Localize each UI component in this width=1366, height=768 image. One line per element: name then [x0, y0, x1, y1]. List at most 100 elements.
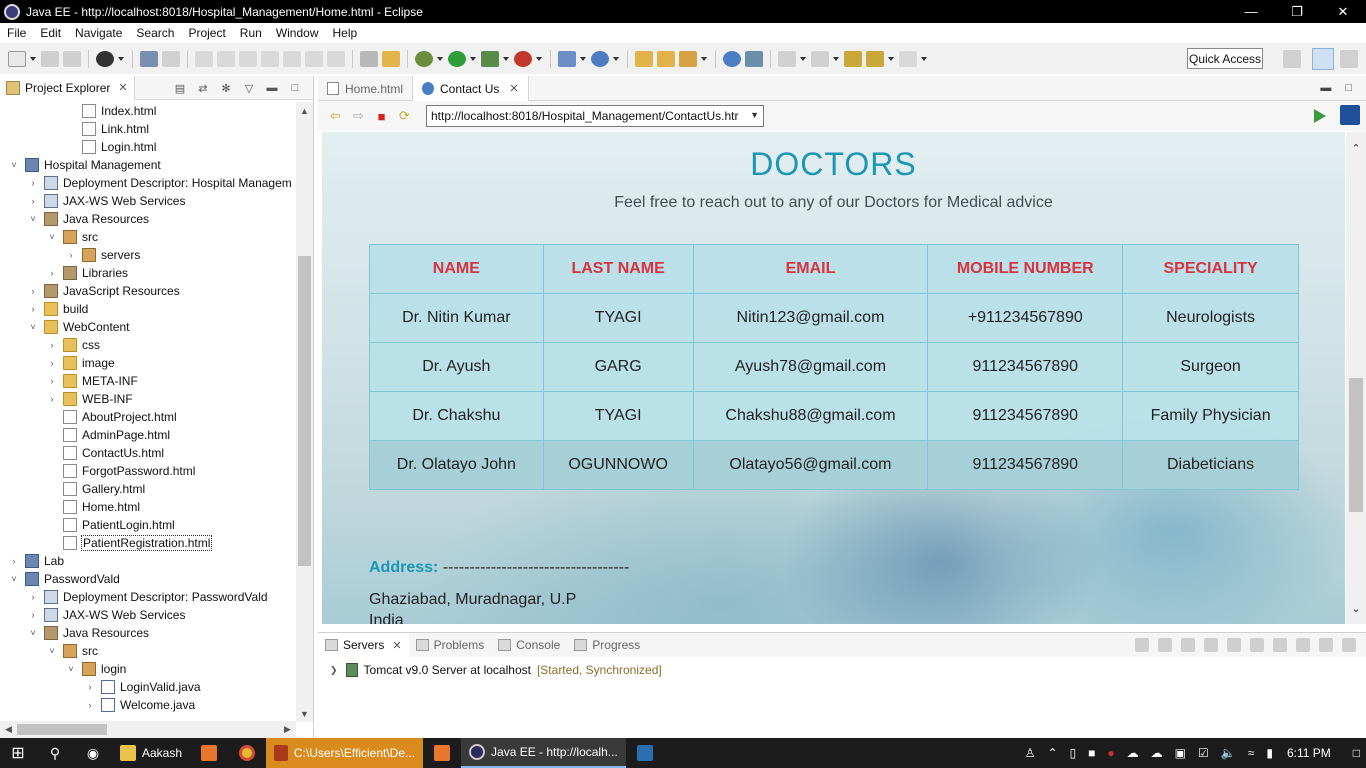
close-window-button[interactable]: ✕	[1320, 0, 1366, 23]
tab-home-html[interactable]: Home.html	[318, 76, 412, 101]
tree-item[interactable]: Login.html	[0, 138, 296, 156]
last-edit-location-icon[interactable]	[844, 50, 862, 67]
chevron-right-icon[interactable]: ›	[46, 339, 58, 351]
tree-item[interactable]: ˅ PasswordVald	[0, 570, 296, 588]
defender-icon[interactable]: ☑	[1198, 746, 1209, 760]
close-icon[interactable]: ✕	[392, 639, 401, 652]
tree-item[interactable]: › JAX-WS Web Services	[0, 192, 296, 210]
drop-to-frame-icon[interactable]	[360, 50, 378, 67]
open-perspective-icon[interactable]	[1283, 50, 1301, 68]
chevron-down-icon[interactable]	[701, 51, 708, 67]
cloud-icon[interactable]: ☁	[1127, 746, 1139, 760]
chevron-down-icon[interactable]	[30, 51, 37, 67]
scroll-down-icon[interactable]: ▼	[296, 705, 313, 722]
menu-run[interactable]: Run	[233, 26, 269, 40]
back-arrow-icon[interactable]: ⇦	[328, 108, 343, 123]
chevron-right-icon[interactable]: ›	[8, 555, 20, 567]
tree-item[interactable]: AboutProject.html	[0, 408, 296, 426]
disconnect-icon[interactable]	[261, 50, 279, 67]
annotation-icon[interactable]	[745, 50, 763, 67]
minimize-button[interactable]: —	[1228, 0, 1274, 23]
scroll-up-icon[interactable]: ▲	[296, 102, 313, 119]
menu-project[interactable]: Project	[181, 26, 232, 40]
restore-button[interactable]: ❐	[1274, 0, 1320, 23]
menu-file[interactable]: File	[0, 26, 33, 40]
app-tray-icon[interactable]: ■	[1088, 746, 1095, 760]
user-icon[interactable]	[96, 50, 114, 67]
scrollbar-thumb[interactable]	[298, 256, 311, 566]
chevron-down-icon[interactable]	[118, 51, 125, 67]
tree-item[interactable]: › JavaScript Resources	[0, 282, 296, 300]
tree-item[interactable]: › build	[0, 300, 296, 318]
chevron-down-icon[interactable]	[470, 51, 477, 67]
close-icon[interactable]: ✕	[509, 82, 518, 95]
chevron-down-icon[interactable]: ˅	[46, 231, 58, 243]
menu-window[interactable]: Window	[269, 26, 326, 40]
chevron-down-icon[interactable]	[613, 51, 620, 67]
filters-icon[interactable]: ✻	[218, 80, 234, 96]
stop-icon[interactable]: ■	[374, 109, 389, 124]
chevron-down-icon[interactable]: ˅	[8, 159, 20, 171]
url-input[interactable]: http://localhost:8018/Hospital_Managemen…	[426, 105, 764, 127]
tree-item[interactable]: AdminPage.html	[0, 426, 296, 444]
tree-item[interactable]: ˅ Java Resources	[0, 624, 296, 642]
onedrive-icon[interactable]: ☁	[1151, 746, 1163, 760]
console-icon[interactable]	[140, 50, 158, 67]
scroll-left-icon[interactable]: ◀	[0, 721, 17, 738]
tab-contact-us[interactable]: Contact Us ✕	[412, 76, 529, 101]
web-page-scrollbar[interactable]: ⌃ ⌄	[1346, 132, 1366, 624]
office-icon[interactable]	[190, 738, 228, 768]
step-into-icon[interactable]	[283, 50, 301, 67]
tree-item[interactable]: › Welcome.java	[0, 696, 296, 714]
next-annotation-icon[interactable]	[778, 50, 796, 67]
chevron-down-icon[interactable]: ˅	[8, 573, 20, 585]
step-return-icon[interactable]	[327, 50, 345, 67]
back-icon[interactable]	[866, 50, 884, 67]
open-web-browser-icon[interactable]	[723, 50, 741, 67]
refresh-icon[interactable]: ⟳	[397, 108, 412, 123]
use-step-filters-icon[interactable]	[382, 50, 400, 67]
save-all-icon[interactable]	[63, 50, 81, 67]
chevron-down-icon[interactable]: ⌄	[1346, 598, 1366, 618]
scrollbar-thumb[interactable]	[17, 724, 107, 735]
step-over-icon[interactable]	[305, 50, 323, 67]
remote-desktop-icon[interactable]	[626, 738, 664, 768]
chevron-down-icon[interactable]	[888, 51, 895, 67]
chevron-down-icon[interactable]: ˅	[65, 663, 77, 675]
tree-item[interactable]: › LoginValid.java	[0, 678, 296, 696]
chrome-icon[interactable]	[228, 738, 266, 768]
scroll-right-icon[interactable]: ▶	[279, 721, 296, 738]
publish-icon[interactable]	[1250, 638, 1264, 652]
previous-annotation-icon[interactable]	[811, 50, 829, 67]
terminate-icon[interactable]	[239, 50, 257, 67]
chevron-right-icon[interactable]: ›	[27, 195, 39, 207]
tree-item[interactable]: ˅ src	[0, 642, 296, 660]
usb-icon[interactable]: ▯	[1070, 746, 1077, 760]
forward-arrow-icon[interactable]: ⇨	[351, 108, 366, 123]
chevron-right-icon[interactable]: ›	[46, 267, 58, 279]
debug-perspective-icon[interactable]	[1340, 50, 1358, 68]
tree-item[interactable]: ForgotPassword.html	[0, 462, 296, 480]
tab-progress[interactable]: Progress	[567, 633, 647, 657]
chevron-right-icon[interactable]: ›	[46, 375, 58, 387]
chevron-down-icon[interactable]: ˅	[27, 627, 39, 639]
maximize-view-icon[interactable]	[1342, 638, 1356, 652]
chevron-right-icon[interactable]: ›	[46, 357, 58, 369]
server-item[interactable]: ❯ Tomcat v9.0 Server at localhost [Start…	[330, 661, 662, 679]
new-server-icon[interactable]	[558, 50, 576, 67]
display-icon[interactable]: ▣	[1175, 746, 1186, 760]
tree-item[interactable]: ˅ Java Resources	[0, 210, 296, 228]
search-tools-icon[interactable]	[679, 50, 697, 67]
minimize-view-icon[interactable]: ▬	[1320, 82, 1331, 94]
stop-server-icon[interactable]	[1227, 638, 1241, 652]
view-menu-icon[interactable]: ▽	[241, 80, 257, 96]
new-class-icon[interactable]	[591, 50, 609, 67]
chevron-down-icon[interactable]	[833, 51, 840, 67]
menu-search[interactable]: Search	[129, 26, 181, 40]
forward-icon[interactable]	[899, 50, 917, 67]
java-ee-perspective-icon[interactable]	[1312, 48, 1334, 70]
minimize-view-icon[interactable]: ▬	[264, 80, 280, 96]
menu-edit[interactable]: Edit	[33, 26, 68, 40]
chevron-right-icon[interactable]: ›	[84, 681, 96, 693]
quick-access-field[interactable]: Quick Access	[1187, 48, 1263, 69]
